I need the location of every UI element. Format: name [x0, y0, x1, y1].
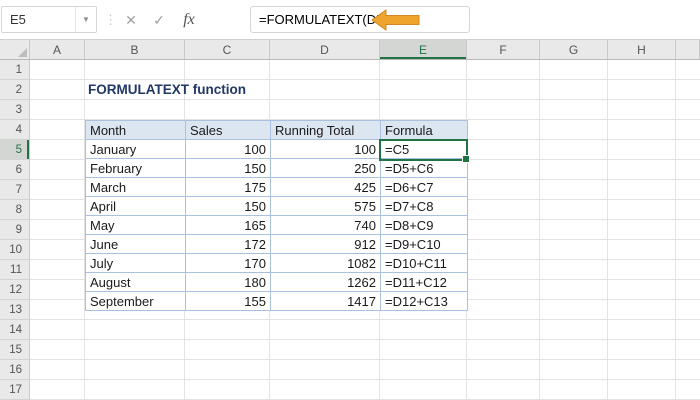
cell[interactable]: April	[85, 196, 186, 216]
table-row: May 165 740 =D8+C9	[85, 215, 468, 235]
cell[interactable]: =D9+C10	[380, 234, 468, 254]
row-header-9[interactable]: 9	[0, 220, 30, 240]
cell[interactable]: =D8+C9	[380, 215, 468, 235]
cell[interactable]: 250	[270, 158, 381, 178]
table-row: August 180 1262 =D11+C12	[85, 272, 468, 292]
cell[interactable]: =D11+C12	[380, 272, 468, 292]
cell[interactable]: =D5+C6	[380, 158, 468, 178]
table-row: February 150 250 =D5+C6	[85, 158, 468, 178]
cell[interactable]: 180	[185, 272, 271, 292]
cell[interactable]: 740	[270, 215, 381, 235]
enter-icon[interactable]: ✓	[146, 0, 172, 40]
cell[interactable]: 165	[185, 215, 271, 235]
row-header-16[interactable]: 16	[0, 360, 30, 380]
cell[interactable]: 150	[185, 158, 271, 178]
cell[interactable]: 175	[185, 177, 271, 197]
cell[interactable]: 100	[270, 139, 381, 159]
table-header-formula[interactable]: Formula	[380, 120, 468, 140]
cell[interactable]: January	[85, 139, 186, 159]
sheet-grid: 1 2 3 4 5 6 7 8 9 10 11 12 13 14 15 16 17 FORMULATEXT fu…	[0, 60, 700, 400]
insert-function-icon[interactable]: fx	[176, 0, 202, 40]
column-header-B[interactable]: B	[85, 40, 185, 59]
table-header-sales[interactable]: Sales	[185, 120, 271, 140]
sheet-title: FORMULATEXT function	[88, 82, 246, 97]
cell[interactable]: February	[85, 158, 186, 178]
table-header-running-total[interactable]: Running Total	[270, 120, 381, 140]
row-header-3[interactable]: 3	[0, 100, 30, 120]
cell[interactable]: 1262	[270, 272, 381, 292]
column-header-C[interactable]: C	[185, 40, 270, 59]
table-row: June 172 912 =D9+C10	[85, 234, 468, 254]
annotation-arrow-icon	[372, 9, 420, 31]
column-header-H[interactable]: H	[608, 40, 676, 59]
row-header-6[interactable]: 6	[0, 160, 30, 180]
cell[interactable]: June	[85, 234, 186, 254]
cell[interactable]: 575	[270, 196, 381, 216]
cell[interactable]: May	[85, 215, 186, 235]
row-header-8[interactable]: 8	[0, 200, 30, 220]
cell[interactable]: 170	[185, 253, 271, 273]
row-headers: 1 2 3 4 5 6 7 8 9 10 11 12 13 14 15 16 17	[0, 60, 30, 400]
column-headers: ABCDEFGH	[0, 40, 700, 60]
row-header-17[interactable]: 17	[0, 380, 30, 400]
row-header-15[interactable]: 15	[0, 340, 30, 360]
cell[interactable]: 1082	[270, 253, 381, 273]
column-header-F[interactable]: F	[467, 40, 540, 59]
cell[interactable]: 1417	[270, 291, 381, 311]
table-header-row: Month Sales Running Total Formula	[85, 120, 468, 140]
formula-text: =FORMULATEXT(D5)	[259, 12, 388, 27]
name-box-dropdown-icon[interactable]: ▼	[75, 7, 96, 32]
table-row: September 155 1417 =D12+C13	[85, 291, 468, 311]
cancel-icon[interactable]: ✕	[118, 0, 144, 40]
cell[interactable]: 150	[185, 196, 271, 216]
formula-bar-separator: ⋮	[104, 12, 117, 27]
formula-bar: E5 ▼ ⋮ ✕ ✓ fx =FORMULATEXT(D5)	[0, 0, 700, 40]
cell[interactable]: =D10+C11	[380, 253, 468, 273]
row-header-4[interactable]: 4	[0, 120, 30, 140]
row-header-1[interactable]: 1	[0, 60, 30, 80]
cell[interactable]: 100	[185, 139, 271, 159]
row-header-10[interactable]: 10	[0, 240, 30, 260]
table-row: April 150 575 =D7+C8	[85, 196, 468, 216]
cell[interactable]: 172	[185, 234, 271, 254]
cell[interactable]: 912	[270, 234, 381, 254]
column-header-D[interactable]: D	[270, 40, 380, 59]
name-box[interactable]: E5 ▼	[1, 6, 97, 33]
name-box-value: E5	[10, 12, 26, 27]
cell[interactable]: =D6+C7	[380, 177, 468, 197]
cell[interactable]: March	[85, 177, 186, 197]
cell[interactable]: =D12+C13	[380, 291, 468, 311]
column-header-A[interactable]: A	[30, 40, 85, 59]
row-header-11[interactable]: 11	[0, 260, 30, 280]
row-header-13[interactable]: 13	[0, 300, 30, 320]
column-header-tail	[676, 40, 700, 59]
cell[interactable]: August	[85, 272, 186, 292]
row-header-5[interactable]: 5	[0, 140, 30, 160]
cell[interactable]: July	[85, 253, 186, 273]
table-header-month[interactable]: Month	[85, 120, 186, 140]
formula-input[interactable]: =FORMULATEXT(D5)	[250, 6, 470, 33]
excel-window: E5 ▼ ⋮ ✕ ✓ fx =FORMULATEXT(D5) ABCDEFGH …	[0, 0, 700, 400]
cell[interactable]: =D7+C8	[380, 196, 468, 216]
column-header-E[interactable]: E	[380, 40, 467, 59]
cell[interactable]: 155	[185, 291, 271, 311]
row-header-2[interactable]: 2	[0, 80, 30, 100]
select-all-corner[interactable]	[0, 40, 30, 59]
row-header-12[interactable]: 12	[0, 280, 30, 300]
row-header-7[interactable]: 7	[0, 180, 30, 200]
row-header-14[interactable]: 14	[0, 320, 30, 340]
table-row: July 170 1082 =D10+C11	[85, 253, 468, 273]
cell[interactable]: September	[85, 291, 186, 311]
cell[interactable]: 425	[270, 177, 381, 197]
table-row: March 175 425 =D6+C7	[85, 177, 468, 197]
selected-cell[interactable]	[379, 139, 470, 163]
column-header-G[interactable]: G	[540, 40, 608, 59]
